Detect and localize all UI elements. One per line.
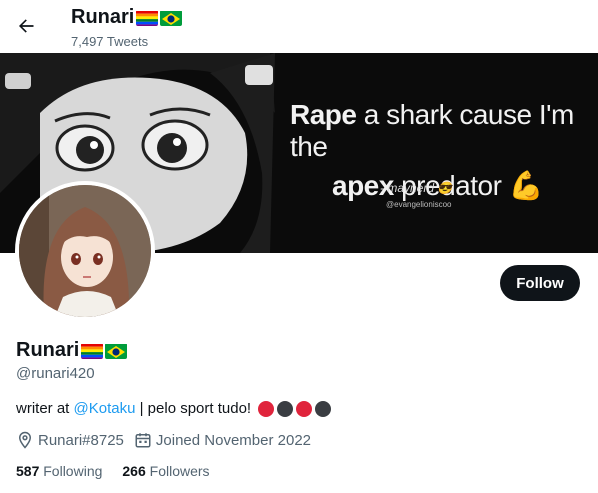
bio-mention-link[interactable]: @Kotaku: [74, 400, 136, 417]
profile-name: Runari: [16, 339, 128, 362]
flexed-biceps-icon: 💪: [508, 170, 544, 201]
avatar-illustration: [19, 185, 151, 317]
followers-label: Followers: [145, 463, 210, 479]
header-title: Runari: [71, 6, 183, 29]
brazil-flag-icon: [105, 343, 128, 359]
location-pin-icon: [18, 431, 32, 449]
profile-display-name: Runari: [16, 339, 80, 361]
rainbow-flag-icon: [81, 343, 104, 359]
tweet-count: 7,497 Tweets: [71, 34, 149, 49]
profile-meta: Runari#8725 Joined November 2022: [16, 431, 321, 449]
red-circle-icon: [296, 400, 313, 417]
following-link[interactable]: 587 Following: [16, 463, 102, 479]
location-item: Runari#8725: [16, 431, 124, 449]
avatar[interactable]: [15, 181, 155, 321]
bio-suffix: | pelo sport tudo!: [135, 400, 252, 417]
arrow-left-icon: [19, 19, 34, 33]
joined-text: Joined November 2022: [155, 431, 312, 449]
top-bar: Runari 7,497 Tweets: [0, 0, 598, 53]
bio-prefix: writer at: [16, 400, 74, 417]
followers-count: 266: [122, 463, 146, 479]
banner-credit: - maynerd 😎: [380, 181, 453, 195]
rainbow-flag-icon: [136, 10, 159, 26]
banner-credit-handle: @evangelioniscoo: [386, 200, 452, 209]
black-circle-icon: [277, 400, 294, 417]
location-text: Runari#8725: [38, 431, 124, 449]
black-circle-icon: [315, 400, 332, 417]
following-label: Following: [39, 463, 103, 479]
follow-button[interactable]: Follow: [500, 265, 580, 301]
joined-item: Joined November 2022: [134, 431, 311, 449]
header-display-name: Runari: [71, 6, 135, 28]
brazil-flag-icon: [160, 10, 183, 26]
red-circle-icon: [258, 400, 275, 417]
banner-line1-bold: Rape: [290, 99, 357, 130]
back-button[interactable]: [14, 14, 38, 38]
following-count: 587: [16, 463, 40, 479]
calendar-icon: [135, 433, 151, 448]
followers-link[interactable]: 266 Followers: [122, 463, 209, 479]
profile-stats: 587 Following 266 Followers: [16, 463, 230, 479]
profile-bio: writer at @Kotaku | pelo sport tudo!: [16, 400, 332, 417]
profile-handle: @runari420: [16, 365, 95, 382]
